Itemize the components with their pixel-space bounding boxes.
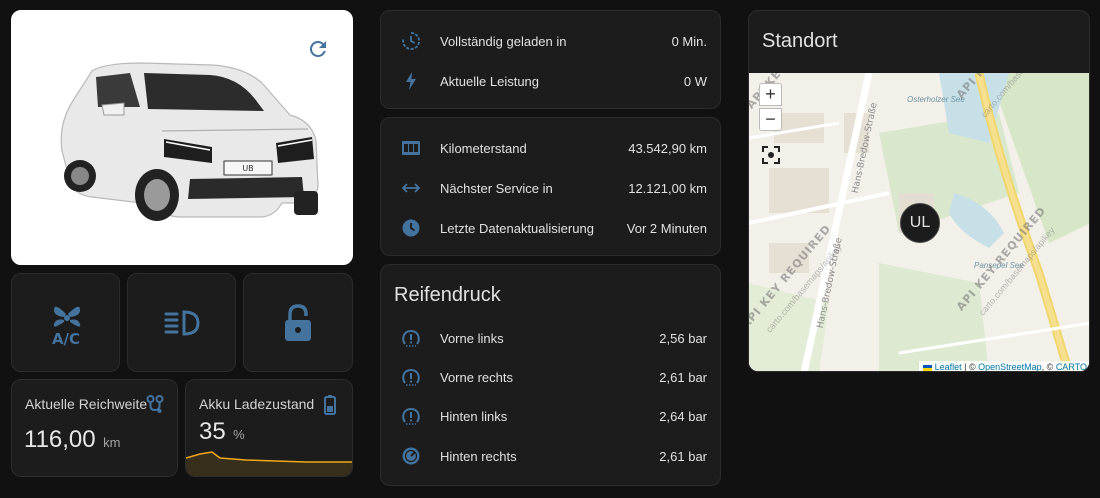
row-label: Vorne rechts <box>440 369 513 385</box>
focus-icon[interactable] <box>762 146 780 164</box>
odometer-icon <box>401 138 421 158</box>
battery-card[interactable]: Akku Ladezustand 35 % <box>185 379 353 477</box>
row-label: Nächster Service in <box>440 180 553 196</box>
lightning-icon <box>401 71 421 91</box>
zoom-in-button[interactable]: + <box>759 83 782 106</box>
lock-open-icon <box>282 303 314 343</box>
battery-unit: % <box>233 427 245 442</box>
zoom-out-button[interactable]: − <box>759 108 782 131</box>
map[interactable]: Hans-Bredow-Straße Hans-Bredow-Straße Os… <box>749 73 1089 372</box>
row-value: 12.121,00 km <box>628 180 707 196</box>
map-marker-distance-icon <box>146 394 164 414</box>
list-item[interactable]: Nächster Service in 12.121,00 km <box>381 168 720 208</box>
row-label: Kilometerstand <box>440 140 527 156</box>
list-item[interactable]: Vorne links 2,56 bar <box>381 318 720 358</box>
list-item[interactable]: Aktuelle Leistung 0 W <box>381 61 720 101</box>
battery-title: Akku Ladezustand <box>199 396 315 412</box>
plate-text: UB <box>242 164 253 173</box>
arrow-left-right-icon <box>401 178 421 198</box>
map-attribution: Leaflet | © OpenStreetMap, © CARTO <box>919 361 1089 372</box>
row-label: Aktuelle Leistung <box>440 73 540 89</box>
clock-icon <box>401 218 421 238</box>
range-title: Aktuelle Reichweite <box>25 396 148 412</box>
range-value: 116,00 <box>24 426 96 453</box>
list-item[interactable]: Hinten rechts 2,61 bar <box>381 436 720 476</box>
list-item[interactable]: Hinten links 2,64 bar <box>381 396 720 436</box>
location-card: Standort Hans-Bredow-Straße Hans-Bredow-… <box>748 10 1090 372</box>
list-item[interactable]: Letzte Datenaktualisierung Vor 2 Minuten <box>381 208 720 248</box>
tire-alert-icon <box>401 406 421 426</box>
charging-card: Vollständig geladen in 0 Min. Aktuelle L… <box>380 10 721 109</box>
clock-charge-icon <box>401 31 421 51</box>
fan-ac-icon: A/C <box>46 300 86 346</box>
map-lake-label: Osterholzer See <box>907 95 965 104</box>
osm-link[interactable]: OpenStreetMap <box>978 362 1042 371</box>
tire-alert-icon <box>401 328 421 348</box>
ukraine-flag-icon <box>923 364 933 371</box>
battery-icon <box>324 395 336 415</box>
row-label: Hinten rechts <box>440 448 517 464</box>
row-value: Vor 2 Minuten <box>626 220 707 236</box>
list-item[interactable]: Kilometerstand 43.542,90 km <box>381 128 720 168</box>
headlight-button[interactable] <box>127 273 236 372</box>
row-value: 2,61 bar <box>659 369 707 385</box>
attribution-separator: , © <box>1041 362 1056 372</box>
battery-history-graph <box>186 451 352 476</box>
row-value: 2,64 bar <box>659 408 707 424</box>
row-label: Vorne links <box>440 330 504 346</box>
location-title: Standort <box>762 30 838 52</box>
row-value: 2,61 bar <box>659 448 707 464</box>
car-image-card[interactable]: UB <box>11 10 353 265</box>
list-item[interactable]: Vollständig geladen in 0 Min. <box>381 21 720 61</box>
tire-pressure-card: Reifendruck Vorne links 2,56 bar Vorne r… <box>380 264 721 486</box>
row-value: 0 W <box>683 73 707 89</box>
car-image: UB <box>60 62 319 221</box>
row-label: Hinten links <box>440 408 508 424</box>
battery-value: 35 <box>199 418 226 445</box>
gauge-icon <box>401 446 421 466</box>
carto-link[interactable]: CARTO <box>1056 362 1087 371</box>
leaflet-link[interactable]: Leaflet <box>935 362 962 371</box>
refresh-icon[interactable] <box>306 37 330 61</box>
row-value: 0 Min. <box>671 33 707 49</box>
vehicle-card: Kilometerstand 43.542,90 km Nächster Ser… <box>380 117 721 256</box>
ac-button[interactable]: A/C <box>11 273 120 372</box>
row-value: 2,56 bar <box>659 330 707 346</box>
tire-alert-icon <box>401 367 421 387</box>
list-item[interactable]: Vorne rechts 2,61 bar <box>381 357 720 397</box>
headlight-icon <box>162 308 202 338</box>
row-label: Letzte Datenaktualisierung <box>440 220 594 236</box>
ac-label: A/C <box>51 330 79 346</box>
range-unit: km <box>103 435 121 450</box>
map-marker-label: UL <box>909 214 931 231</box>
lock-button[interactable] <box>243 273 353 372</box>
row-label: Vollständig geladen in <box>440 33 567 49</box>
attribution-separator: | © <box>961 362 979 372</box>
map-marker[interactable]: UL <box>900 203 940 243</box>
row-value: 43.542,90 km <box>628 140 707 156</box>
tire-pressure-title: Reifendruck <box>394 284 501 306</box>
range-card[interactable]: Aktuelle Reichweite 116,00 km <box>11 379 178 477</box>
